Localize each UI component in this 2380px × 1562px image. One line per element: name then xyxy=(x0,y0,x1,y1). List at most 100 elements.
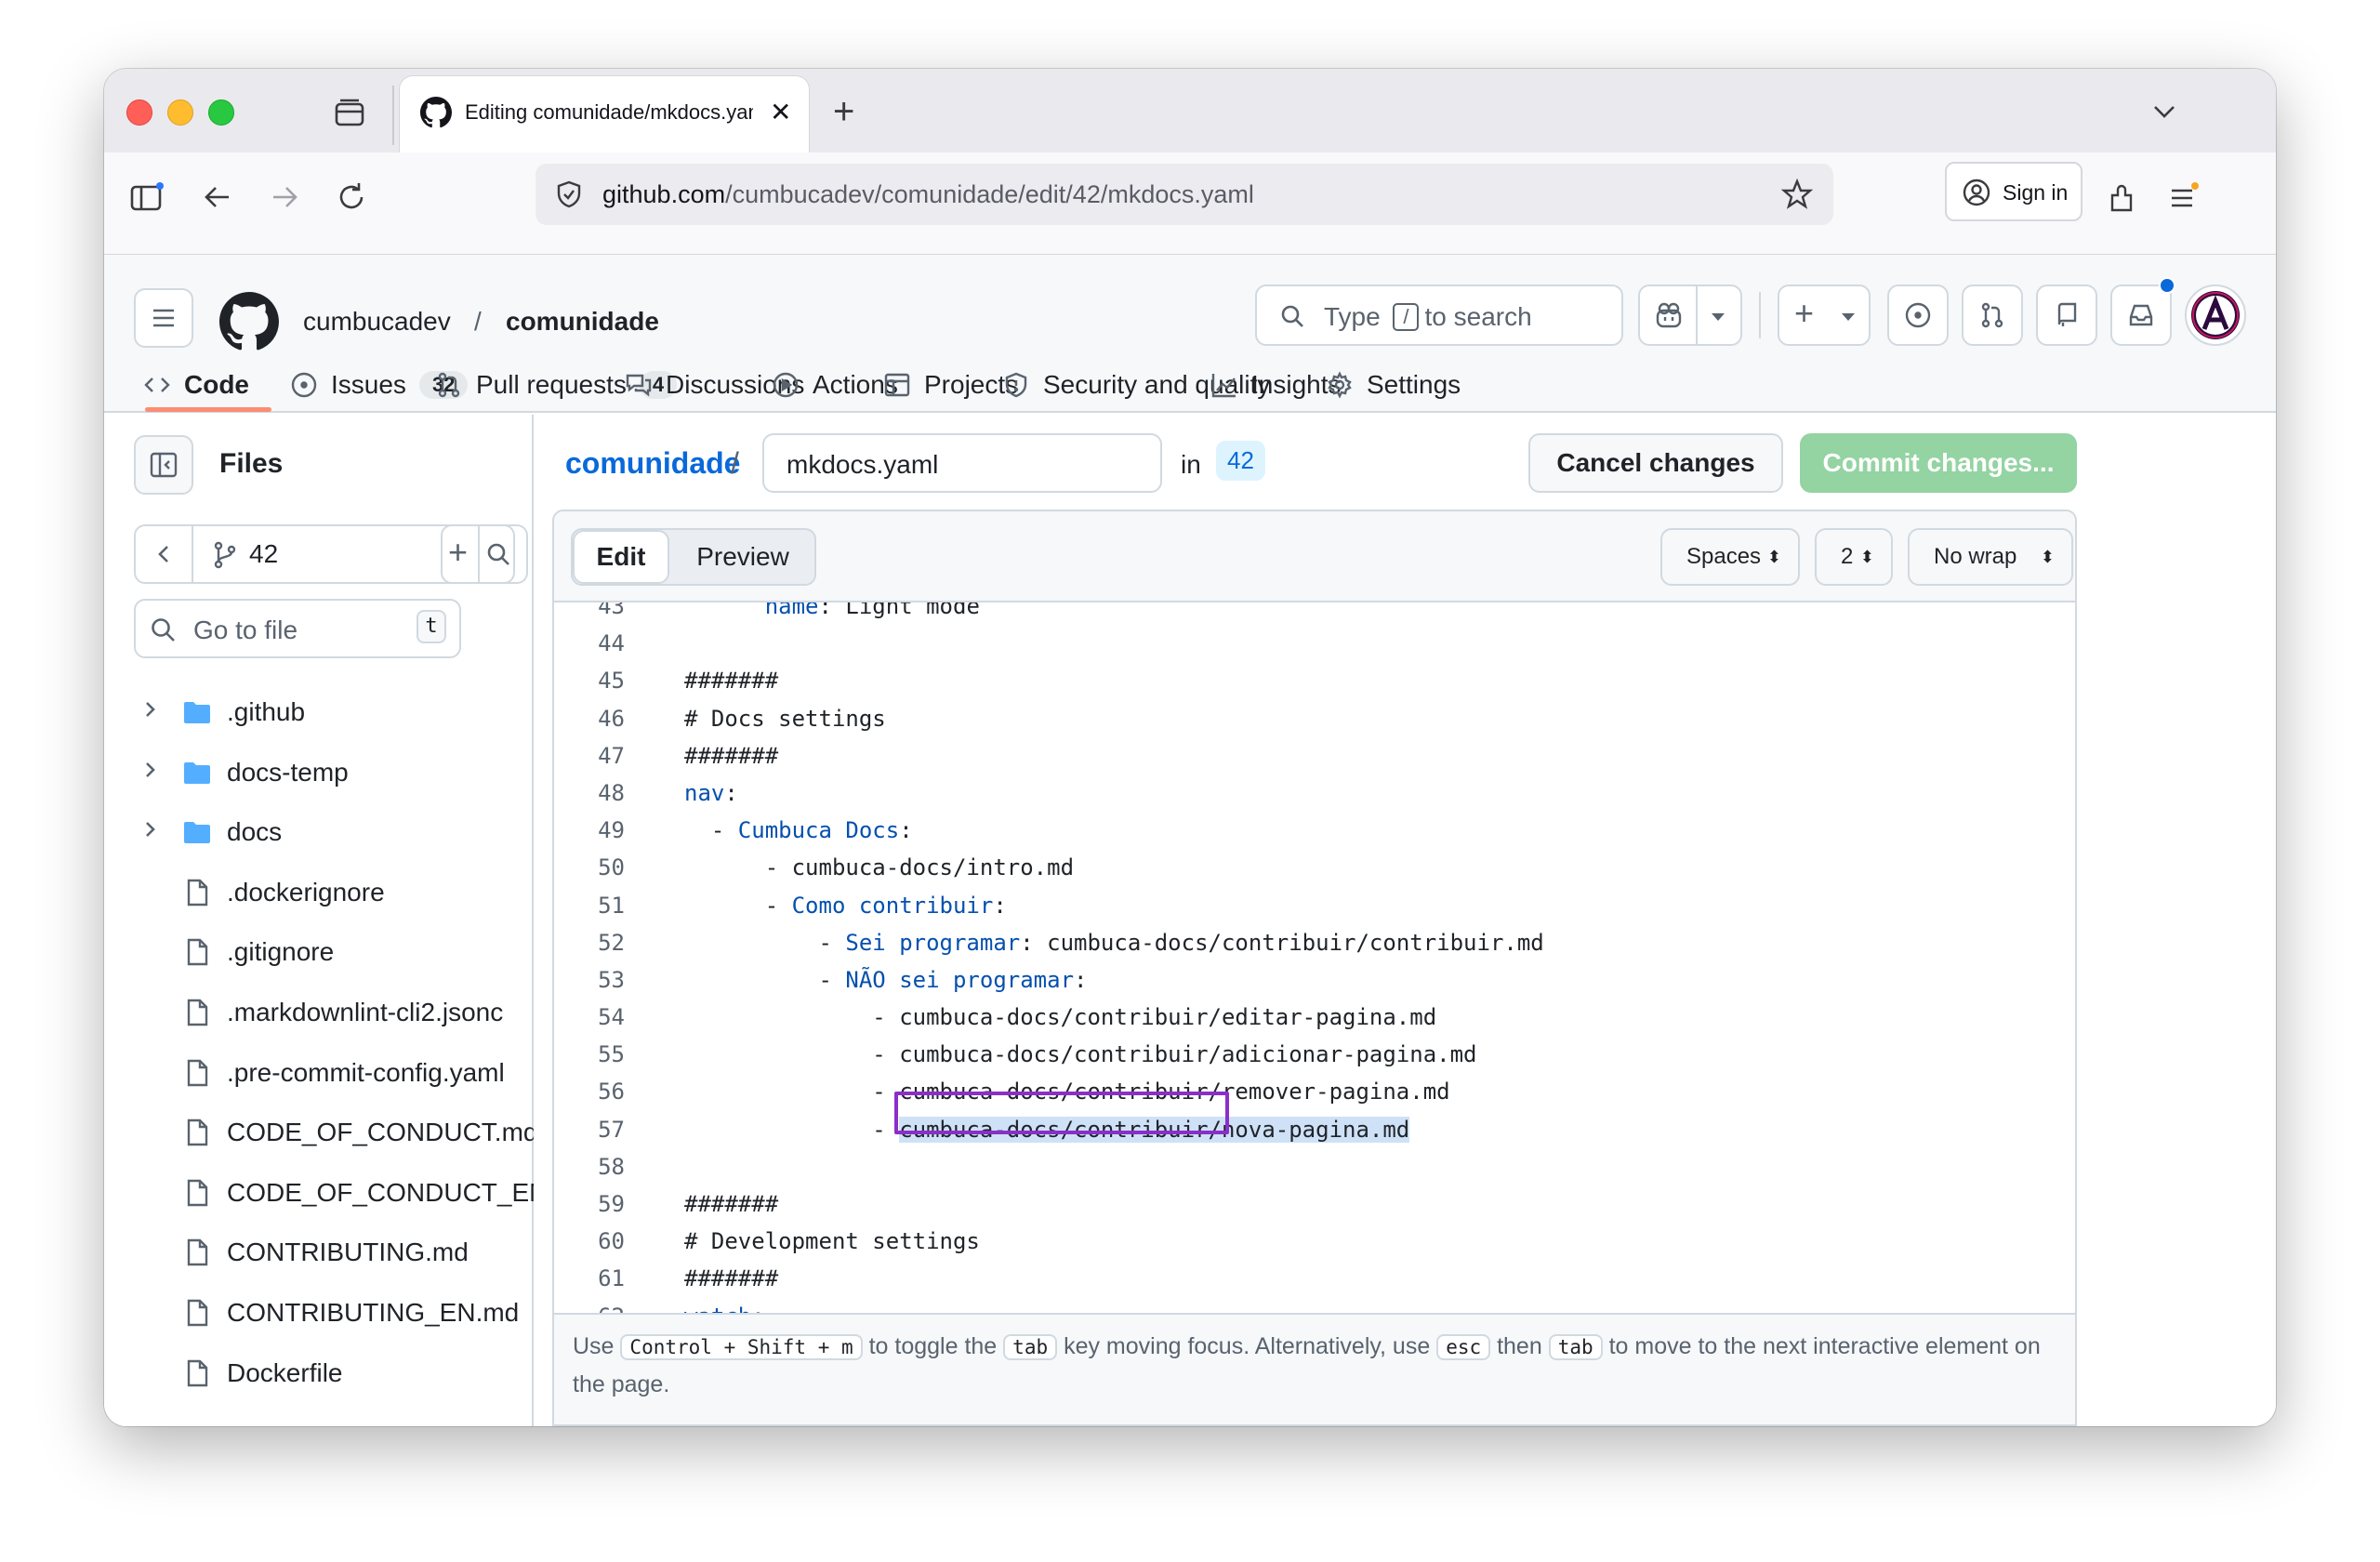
tab-projects[interactable]: Projects xyxy=(883,366,1018,404)
new-tab-button[interactable]: + xyxy=(833,93,854,130)
site-shield-icon[interactable] xyxy=(554,179,584,209)
repositories-button[interactable] xyxy=(2036,285,2097,346)
wrap-mode-select[interactable]: No wrap ⬍ xyxy=(1908,528,2073,586)
back-arrow-icon[interactable] xyxy=(199,179,236,216)
breadcrumb-repo[interactable]: comunidade xyxy=(506,307,659,337)
active-tab[interactable]: Editing comunidade/mkdocs.yaml ✕ xyxy=(400,76,809,152)
commit-changes-button[interactable]: Commit changes... xyxy=(1800,433,2077,493)
tab-actions[interactable]: Actions xyxy=(772,366,898,404)
line-source: - NÃO sei programar: xyxy=(684,961,1087,999)
search-icon[interactable] xyxy=(485,541,511,567)
url-bar[interactable]: github.com/cumbucadev/comunidade/edit/42… xyxy=(536,164,1833,225)
forward-arrow-icon[interactable] xyxy=(266,179,303,216)
tree-item[interactable]: docs xyxy=(141,814,282,851)
extensions-icon[interactable] xyxy=(2103,179,2140,216)
tree-item-label: .pre-commit-config.yaml xyxy=(227,1057,505,1087)
tree-item[interactable]: .gitignore xyxy=(141,933,334,971)
tabs-overview-icon[interactable] xyxy=(331,95,368,132)
tree-item[interactable]: .dockerignore xyxy=(141,874,385,911)
chevron-right-icon[interactable] xyxy=(141,817,164,847)
code-line: 55 - cumbuca-docs/contribuir/adicionar-p… xyxy=(554,1036,2075,1073)
tab-settings[interactable]: Settings xyxy=(1326,366,1461,404)
line-source: - Como contribuir: xyxy=(684,887,1007,924)
tree-item-label: .markdownlint-cli2.jsonc xyxy=(227,998,504,1026)
tree-item[interactable]: .pre-commit-config.yaml xyxy=(141,1054,505,1092)
search-icon xyxy=(1281,305,1303,327)
code-area[interactable]: 43 name: Light mode 44 45 ####### 46 # Docs s… xyxy=(554,602,2075,1313)
breadcrumb-owner[interactable]: cumbucadev xyxy=(303,307,451,337)
tab-preview[interactable]: Preview xyxy=(669,530,816,584)
collapse-sidebar-button[interactable] xyxy=(134,435,193,495)
chevron-right-icon[interactable] xyxy=(141,758,164,788)
create-new-button[interactable]: + xyxy=(1778,285,1871,346)
reload-icon[interactable] xyxy=(333,179,370,216)
branch-badge[interactable]: 42 xyxy=(1216,441,1265,481)
tree-item[interactable]: docs-temp xyxy=(141,754,349,791)
bookmark-star-icon[interactable] xyxy=(1781,179,1813,210)
tab-title: Editing comunidade/mkdocs.yaml xyxy=(465,100,753,124)
github-logo-icon[interactable] xyxy=(219,292,279,351)
indent-size-select[interactable]: 2 ⬍ xyxy=(1815,528,1893,586)
filename-input[interactable]: mkdocs.yaml xyxy=(762,433,1162,493)
tab-code[interactable]: Code xyxy=(143,366,249,404)
cancel-changes-button[interactable]: Cancel changes xyxy=(1528,433,1783,493)
yaml-key: name xyxy=(764,602,819,619)
close-window-button[interactable] xyxy=(126,99,152,126)
tree-item[interactable]: CONTRIBUTING.md xyxy=(141,1234,469,1271)
yaml-key: nav xyxy=(684,779,725,806)
tab-edit[interactable]: Edit xyxy=(573,530,669,584)
hint-text: key moving focus. Alternatively, use xyxy=(1064,1333,1431,1359)
hamburger-icon xyxy=(153,309,174,327)
line-number: 54 xyxy=(598,1004,625,1031)
go-to-file-input[interactable]: Go to file xyxy=(134,599,461,658)
inbox-button[interactable] xyxy=(2110,277,2175,346)
sign-in-button[interactable]: Sign in xyxy=(1945,162,2082,221)
menu-icon[interactable] xyxy=(2164,179,2202,216)
editor-repo-link[interactable]: comunidade xyxy=(565,446,740,481)
sidebar-toggle-icon[interactable] xyxy=(128,179,165,216)
pull-requests-button[interactable] xyxy=(1962,285,2023,346)
chevron-right-icon[interactable] xyxy=(141,697,164,727)
search-prefix: Type xyxy=(1324,302,1381,331)
keyboard-hint: Use Control + Shift + m to toggle the ta… xyxy=(554,1313,2075,1424)
line-indent: - xyxy=(684,854,792,881)
tab-issues-label: Issues xyxy=(331,370,406,399)
minimize-window-button[interactable] xyxy=(167,99,193,126)
tree-item[interactable]: .markdownlint-cli2.jsonc xyxy=(141,994,503,1031)
search-input[interactable]: Type / to search xyxy=(1255,285,1623,346)
tree-item[interactable]: Dockerfile xyxy=(141,1355,342,1392)
triangle-down-icon[interactable] xyxy=(1707,309,1729,325)
hint-text: Use xyxy=(573,1333,615,1359)
chevron-down-icon[interactable] xyxy=(2149,97,2179,126)
issues-button[interactable] xyxy=(1887,285,1949,346)
add-file-button[interactable]: + xyxy=(443,526,478,582)
line-source: ####### xyxy=(684,1185,778,1223)
code-line: 57 - cumbuca-docs/contribuir/nova-pagina… xyxy=(554,1111,2075,1148)
tree-item-label: CODE_OF_CONDUCT.md xyxy=(227,1118,538,1147)
tree-item[interactable]: CONTRIBUTING_EN.md xyxy=(141,1294,519,1331)
branch-prev-button[interactable] xyxy=(136,526,193,582)
file-icon xyxy=(187,1359,208,1386)
plus-icon: + xyxy=(1794,294,1815,332)
line-source: ####### xyxy=(684,737,778,774)
hint-key: Control + Shift + m xyxy=(620,1334,863,1360)
file-icon xyxy=(187,1059,208,1086)
avatar[interactable] xyxy=(2185,285,2246,346)
tree-item[interactable]: .github xyxy=(141,694,305,731)
tab-close-icon[interactable]: ✕ xyxy=(770,97,791,128)
triangle-down-icon xyxy=(1842,313,1855,321)
url-text[interactable]: github.com/cumbucadev/comunidade/edit/42… xyxy=(602,180,1254,209)
indent-mode-select[interactable]: Spaces ⬍ xyxy=(1660,528,1800,586)
zoom-window-button[interactable] xyxy=(208,99,234,126)
tab-insights[interactable]: Insights xyxy=(1210,366,1342,404)
tree-item[interactable]: CODE_OF_CONDUCT_EN.md xyxy=(141,1174,591,1211)
notification-dot xyxy=(2159,277,2175,294)
inbox-icon xyxy=(2129,304,2153,326)
copilot-button[interactable] xyxy=(1638,285,1742,346)
tree-item[interactable]: CODE_OF_CONDUCT.md xyxy=(141,1114,537,1151)
line-number: 49 xyxy=(598,817,625,844)
line-source: name: Light mode xyxy=(684,602,980,625)
folder-icon xyxy=(184,702,210,723)
global-menu-button[interactable] xyxy=(134,288,193,348)
